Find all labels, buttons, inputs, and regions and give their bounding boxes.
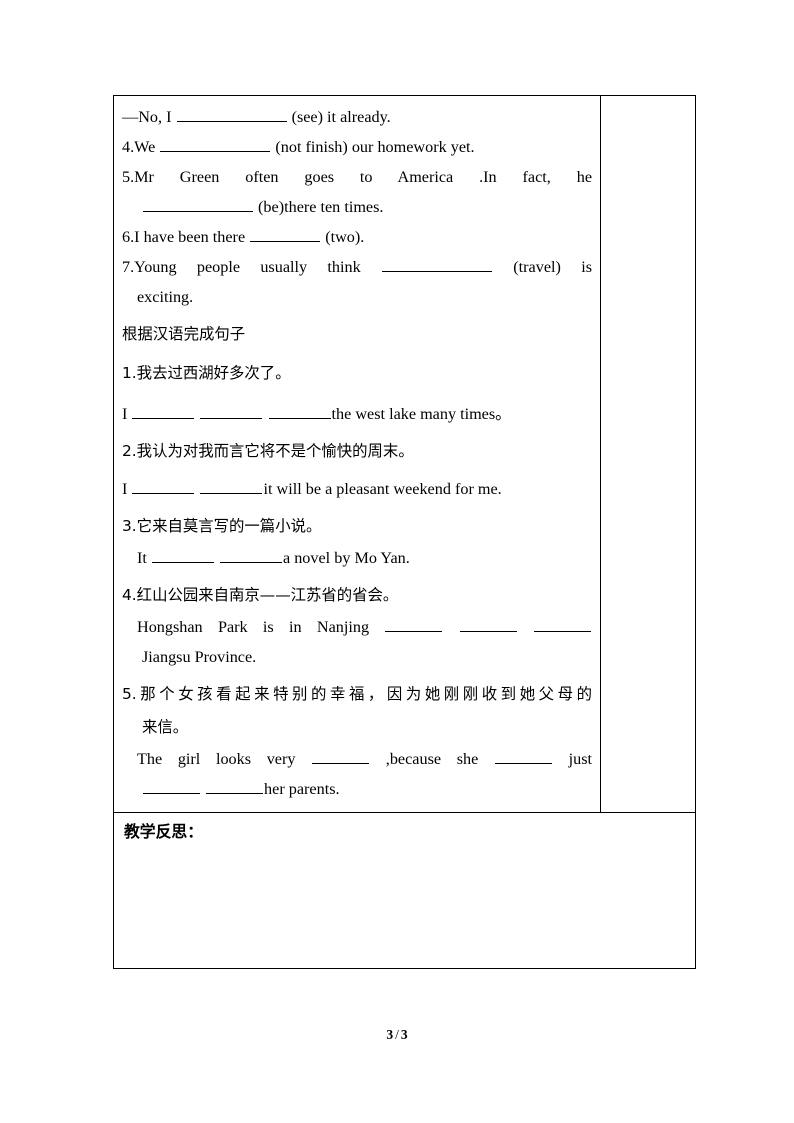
trans-5-suffix: just: [568, 750, 592, 768]
translation-4-english-line1: Hongshan Park is in Nanjing: [122, 612, 592, 642]
blank-field[interactable]: [151, 546, 214, 563]
item-5-suffix: (be)there ten times.: [258, 198, 384, 216]
translation-section-heading: 根据汉语完成句子: [122, 325, 246, 343]
exercise-item-4: 4.We (not finish) our homework yet.: [122, 132, 592, 162]
exercise-item-5-line1: 5.Mr Green often goes to America .In fac…: [122, 162, 592, 192]
exercise-item-5-line2: (be)there ten times.: [122, 192, 592, 222]
item-6-suffix: (two).: [325, 228, 365, 246]
notes-column-cell: [600, 95, 696, 813]
blank-field[interactable]: [160, 135, 271, 152]
table-row-reflection: 教学反思：: [113, 812, 696, 969]
trans-5-prefix: The girl looks very: [137, 750, 296, 768]
blank-field[interactable]: [268, 402, 331, 419]
blank-field[interactable]: [200, 477, 263, 494]
footer-total-pages: 3: [400, 1027, 408, 1042]
item-3-prefix: —No, I: [122, 108, 172, 126]
translation-5-english-line1: The girl looks very ,because she just: [122, 744, 592, 774]
exercise-item-6: 6.I have been there (two).: [122, 222, 592, 252]
translation-1-english: I the west lake many times。: [122, 399, 592, 429]
exercise-item-3-answer: —No, I (see) it already.: [122, 102, 592, 132]
blank-field[interactable]: [176, 105, 287, 122]
translation-3-chinese: 3.它来自莫言写的一篇小说。: [122, 517, 322, 535]
translation-2-english: I it will be a pleasant weekend for me.: [122, 474, 592, 504]
translation-5-chinese-line1: 5.那个女孩看起来特别的幸福，因为她刚刚收到她父母的: [122, 685, 592, 703]
translation-5-chinese-line2: 来信。: [142, 718, 189, 736]
blank-field[interactable]: [219, 546, 282, 563]
blank-field[interactable]: [132, 402, 195, 419]
table-row-exercises: —No, I (see) it already. 4.We (not finis…: [113, 95, 696, 813]
blank-field[interactable]: [206, 777, 264, 794]
item-5-text: 5.Mr Green often goes to America .In fac…: [122, 168, 592, 186]
blank-field[interactable]: [143, 195, 253, 212]
document-page: —No, I (see) it already. 4.We (not finis…: [0, 0, 794, 1123]
translation-4-chinese: 4.红山公园来自南京——江苏省的省会。: [122, 586, 399, 604]
blank-field[interactable]: [250, 225, 321, 242]
exercise-item-7-line2: exciting.: [137, 288, 194, 306]
blank-field[interactable]: [459, 615, 517, 632]
trans-1-suffix: the west lake many times。: [331, 405, 512, 423]
blank-field[interactable]: [381, 255, 492, 272]
reflection-cell[interactable]: 教学反思：: [113, 812, 696, 969]
item-7-suffix: (travel) is: [513, 258, 592, 276]
trans-5-mid: ,because she: [385, 750, 479, 768]
item-3-suffix: (see) it already.: [291, 108, 391, 126]
trans-5-line2-suffix: her parents.: [264, 780, 340, 798]
blank-field[interactable]: [385, 615, 443, 632]
exercise-item-7-line1: 7.Young people usually think (travel) is: [122, 252, 592, 282]
trans-2-suffix: it will be a pleasant weekend for me.: [263, 480, 502, 498]
item-4-suffix: (not finish) our homework yet.: [275, 138, 475, 156]
item-6-prefix: 6.I have been there: [122, 228, 246, 246]
blank-field[interactable]: [132, 477, 195, 494]
page-footer: 3/3: [0, 1027, 794, 1043]
item-4-prefix: 4.We: [122, 138, 156, 156]
trans-3-prefix: It: [137, 549, 147, 567]
blank-field[interactable]: [143, 777, 200, 794]
blank-field[interactable]: [494, 747, 552, 764]
blank-field[interactable]: [200, 402, 263, 419]
translation-3-english: It a novel by Mo Yan.: [122, 543, 592, 573]
translation-1-chinese: 1.我去过西湖好多次了。: [122, 364, 291, 382]
trans-4-prefix: Hongshan Park is in Nanjing: [137, 618, 370, 636]
trans-2-prefix: I: [122, 480, 128, 498]
worksheet-table: —No, I (see) it already. 4.We (not finis…: [113, 95, 696, 969]
translation-2-chinese: 2.我认为对我而言它将不是个愉快的周末。: [122, 442, 414, 460]
trans-3-suffix: a novel by Mo Yan.: [282, 549, 410, 567]
translation-5-english-line2: her parents.: [122, 774, 592, 804]
item-7-prefix: 7.Young people usually think: [122, 258, 361, 276]
blank-field[interactable]: [534, 615, 592, 632]
blank-field[interactable]: [312, 747, 370, 764]
translation-4-english-line2: Jiangsu Province.: [142, 648, 257, 666]
footer-separator: /: [395, 1027, 399, 1042]
reflection-title: 教学反思：: [124, 822, 203, 841]
trans-1-prefix: I: [122, 405, 128, 423]
exercises-cell: —No, I (see) it already. 4.We (not finis…: [113, 95, 601, 813]
